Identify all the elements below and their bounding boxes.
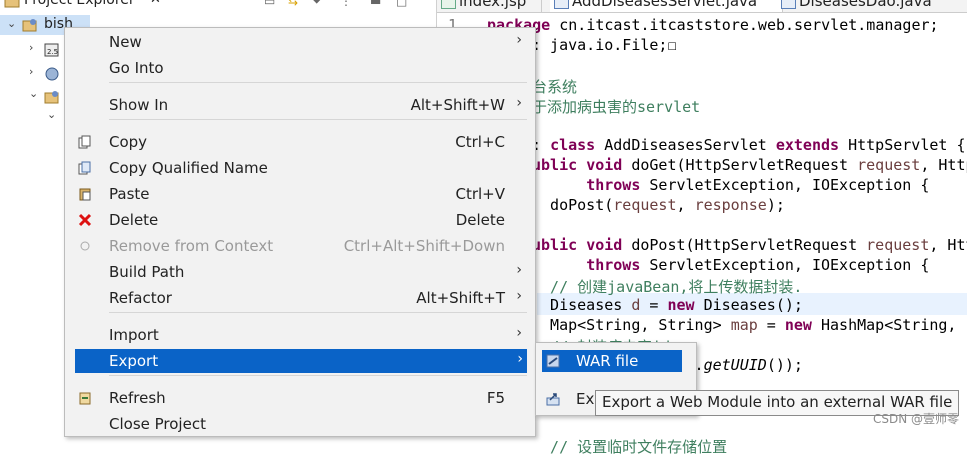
menu-item-copy[interactable]: Copy Ctrl+C (65, 130, 535, 154)
deployment-descriptor-icon: 2.5 (44, 43, 59, 57)
chevron-right-icon: › (516, 32, 522, 48)
tab-label: DiseasesDao.java (799, 0, 932, 10)
chevron-right-icon[interactable]: › (29, 65, 39, 78)
project-icon (22, 19, 37, 32)
menu-item-label: Copy (109, 133, 148, 151)
tab-index-jsp[interactable]: index.jsp (437, 0, 542, 12)
menu-separator (109, 375, 527, 376)
menu-item-label: Remove from Context (109, 237, 274, 255)
code-line: // 设置临时文件存储位置 (532, 438, 728, 456)
menu-separator (109, 312, 527, 313)
menu-item-shortcut: Ctrl+V (455, 185, 505, 203)
collapse-all-icon[interactable]: ▭ (264, 0, 278, 8)
menu-item-copy-qualified-name[interactable]: Copy Qualified Name (65, 156, 535, 180)
submenu-item-war-file[interactable]: WAR file (542, 350, 682, 372)
menu-item-close-project[interactable]: Close Project (65, 412, 535, 436)
menu-separator (109, 82, 527, 83)
menu-item-refactor[interactable]: Refactor Alt+Shift+T › (65, 286, 535, 310)
chevron-right-icon: › (516, 288, 522, 304)
menu-item-import[interactable]: Import › (65, 323, 535, 347)
resources-icon (45, 67, 59, 81)
menu-item-shortcut: Alt+Shift+T (416, 289, 505, 307)
view-menu-icon[interactable]: ⋮ (340, 0, 354, 8)
menu-item-label: Delete (109, 211, 159, 229)
minimize-icon[interactable]: ▬ (370, 0, 384, 8)
menu-item-label: Build Path (109, 263, 185, 281)
menu-item-delete[interactable]: Delete Delete (65, 208, 535, 232)
menu-item-paste[interactable]: Paste Ctrl+V (65, 182, 535, 206)
project-explorer-icon (4, 0, 20, 8)
menu-item-remove-from-context[interactable]: Remove from Context Ctrl+Alt+Shift+Down (65, 234, 535, 258)
delete-icon (78, 213, 92, 227)
link-editor-icon[interactable]: ⇆ (288, 0, 302, 8)
submenu-item-label: WAR file (576, 352, 639, 370)
menu-item-shortcut: Ctrl+Alt+Shift+Down (343, 237, 505, 255)
java-resources-icon (44, 91, 59, 104)
close-icon[interactable]: ✕ (150, 0, 161, 7)
menu-item-shortcut: Delete (455, 211, 505, 229)
chevron-right-icon: › (516, 262, 522, 278)
menu-item-new[interactable]: New › (65, 30, 535, 54)
chevron-down-icon[interactable]: ⌄ (29, 87, 39, 100)
tab-label: index.jsp (459, 0, 527, 10)
menu-item-label: Go Into (109, 59, 164, 77)
menu-item-shortcut: Alt+Shift+W (410, 96, 505, 114)
menu-item-label: Paste (109, 185, 150, 203)
menu-item-label: Export (109, 352, 159, 370)
menu-item-label: Close Project (109, 415, 206, 433)
chevron-down-icon[interactable]: ⌄ (7, 17, 17, 30)
java-file-icon (781, 0, 796, 9)
menu-item-label: New (109, 33, 142, 51)
jsp-file-icon (441, 0, 456, 9)
tab-label: AddDiseasesServlet.java (572, 0, 758, 10)
menu-item-show-in[interactable]: Show In Alt+Shift+W › (65, 93, 535, 117)
menu-item-shortcut: F5 (486, 389, 505, 407)
menu-separator (109, 119, 527, 120)
explorer-title: Project Explorer (24, 0, 135, 8)
war-file-icon (546, 354, 560, 368)
svg-text:2.5: 2.5 (47, 48, 58, 56)
copy-icon (78, 135, 92, 149)
menu-item-label: Refresh (109, 389, 166, 407)
remove-context-icon (78, 239, 92, 253)
editor-tabs: index.jsp AddDiseasesServlet.java Diseas… (437, 0, 967, 13)
paste-icon (78, 187, 92, 201)
menu-item-shortcut: Ctrl+C (455, 133, 505, 151)
maximize-icon[interactable]: □ (396, 0, 410, 8)
chevron-down-icon[interactable]: ⌄ (47, 108, 57, 121)
chevron-right-icon[interactable]: › (29, 41, 39, 54)
menu-item-label: Copy Qualified Name (109, 159, 268, 177)
filter-icon[interactable]: ⏷ (312, 0, 326, 8)
menu-item-label: Refactor (109, 289, 172, 307)
tab-add-diseases-servlet[interactable]: AddDiseasesServlet.java (550, 0, 783, 12)
watermark: CSDN @壹师零 (872, 412, 959, 426)
menu-item-build-path[interactable]: Build Path › (65, 260, 535, 284)
refresh-icon (78, 391, 92, 405)
menu-item-label: Import (109, 326, 159, 344)
export-icon (546, 392, 560, 406)
menu-item-refresh[interactable]: Refresh F5 (65, 386, 535, 410)
chevron-right-icon: › (517, 351, 523, 367)
chevron-right-icon: › (516, 95, 522, 111)
tab-diseases-dao[interactable]: DiseasesDao.java (777, 0, 967, 12)
menu-item-go-into[interactable]: Go Into (65, 56, 535, 80)
menu-item-export[interactable]: Export › (75, 349, 527, 373)
java-file-icon (554, 0, 569, 9)
context-menu: New › Go Into Show In Alt+Shift+W › Copy Ctrl+C… (64, 27, 536, 437)
menu-item-label: Show In (109, 96, 169, 114)
copy-qualified-icon (78, 161, 92, 175)
chevron-right-icon: › (516, 325, 522, 341)
